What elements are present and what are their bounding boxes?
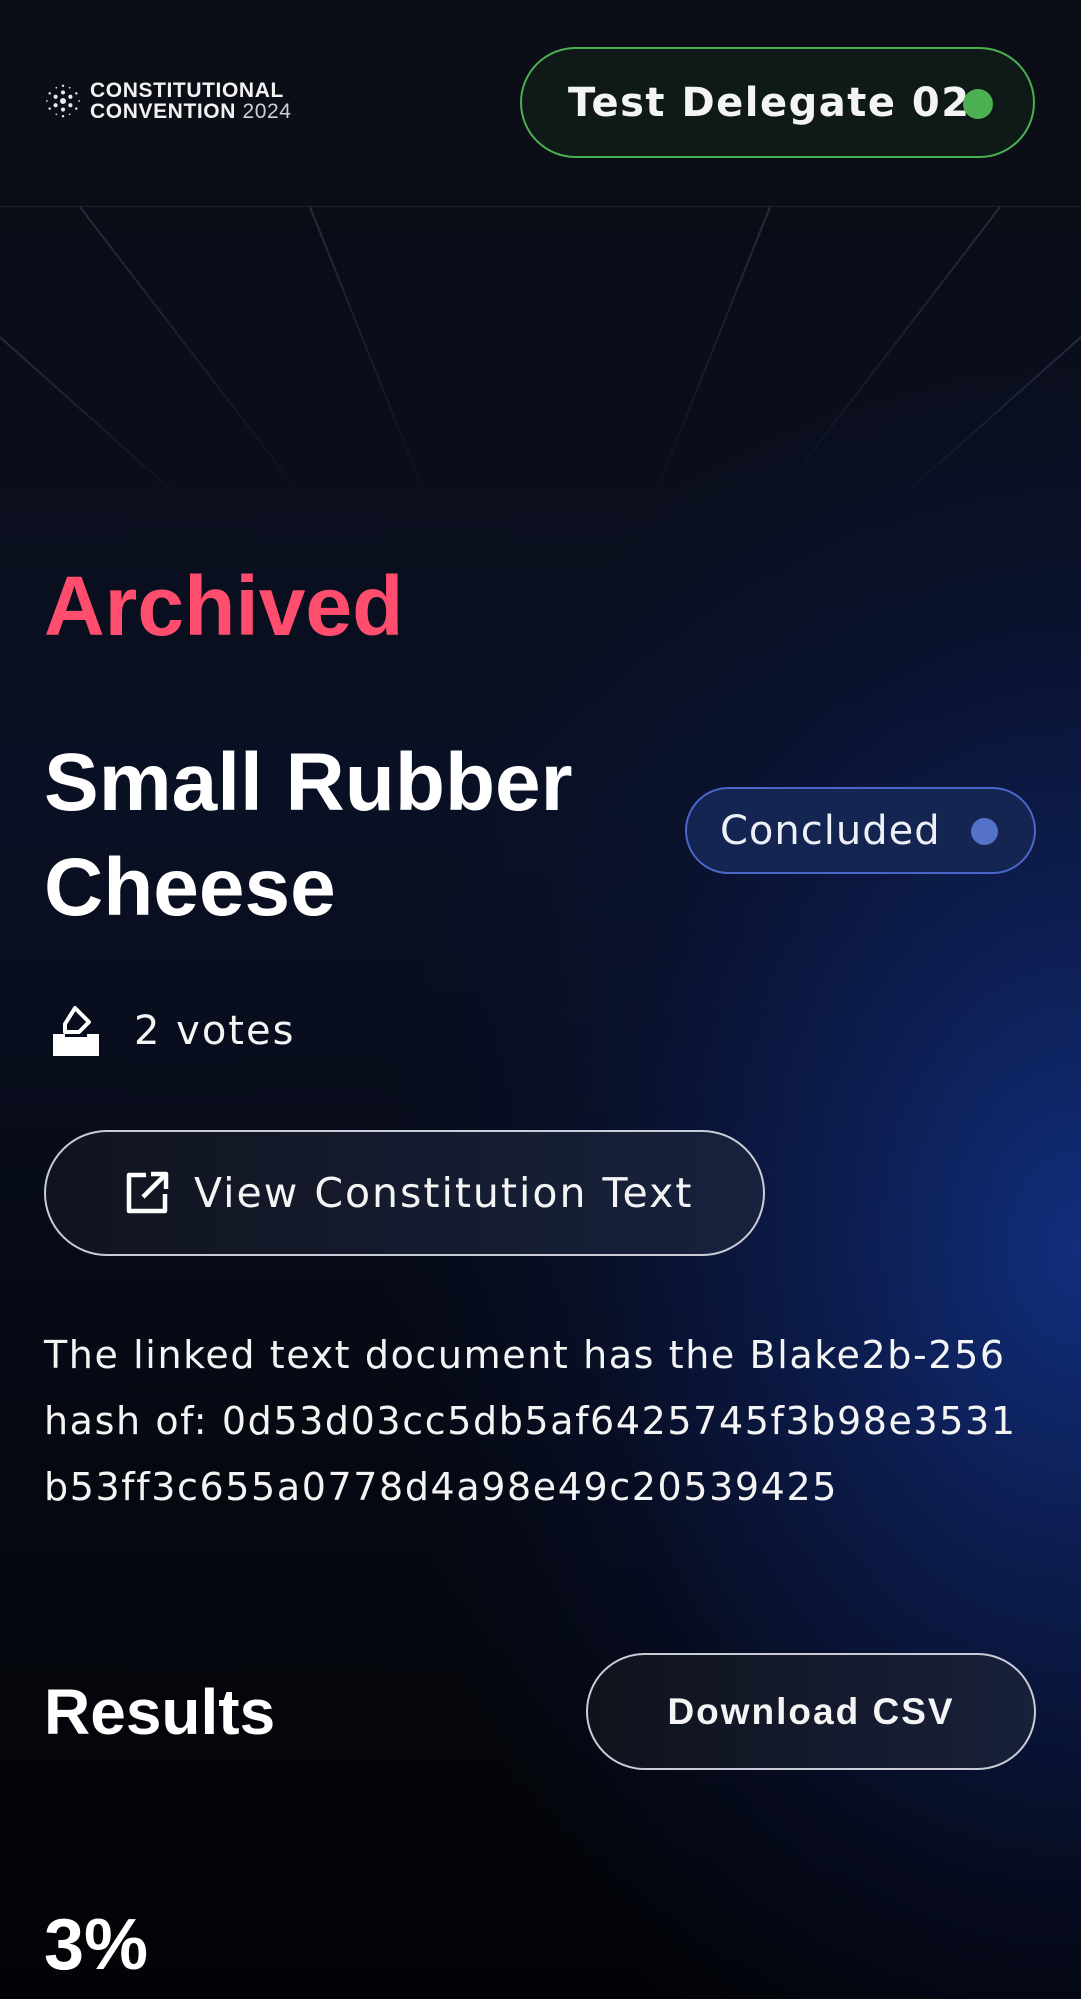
result-percentage: 3%	[44, 1905, 149, 1985]
external-link-icon	[126, 1171, 169, 1214]
top-header: CONSTITUTIONAL CONVENTION 2024 Test Dele…	[0, 0, 1081, 207]
archived-label: Archived	[44, 559, 404, 653]
view-constitution-text-button[interactable]: View Constitution Text	[44, 1130, 765, 1256]
status-badge-dot	[971, 818, 998, 845]
results-heading: Results	[44, 1676, 276, 1748]
document-hash-text: The linked text document has the Blake2b…	[44, 1333, 1017, 1509]
status-badge-label: Concluded	[720, 807, 941, 854]
logo-line-2: CONVENTION 2024	[90, 101, 292, 122]
proposal-title: Small Rubber Cheese	[44, 737, 573, 933]
logo-wordmark: CONSTITUTIONAL CONVENTION 2024	[90, 80, 292, 122]
download-csv-label: Download CSV	[667, 1690, 955, 1732]
votes-count: 2 votes	[48, 1003, 295, 1059]
votes-label: 2 votes	[134, 1008, 296, 1054]
logo-line-2-word: CONVENTION	[90, 100, 237, 123]
ballot-box-icon	[53, 1006, 99, 1056]
download-csv-button[interactable]: Download CSV	[586, 1653, 1036, 1770]
logo-year: 2024	[242, 100, 292, 123]
cardano-logo-icon	[45, 84, 81, 118]
site-logo[interactable]: CONSTITUTIONAL CONVENTION 2024	[44, 80, 292, 122]
delegate-account-button[interactable]: Test Delegate 02	[520, 47, 1035, 158]
grid-background-decoration	[0, 207, 1081, 507]
delegate-name: Test Delegate 02	[568, 79, 971, 126]
status-badge: Concluded	[685, 787, 1036, 874]
online-status-dot	[963, 89, 993, 119]
logo-line-1: CONSTITUTIONAL	[90, 79, 284, 102]
view-constitution-text-label: View Constitution Text	[194, 1169, 694, 1217]
